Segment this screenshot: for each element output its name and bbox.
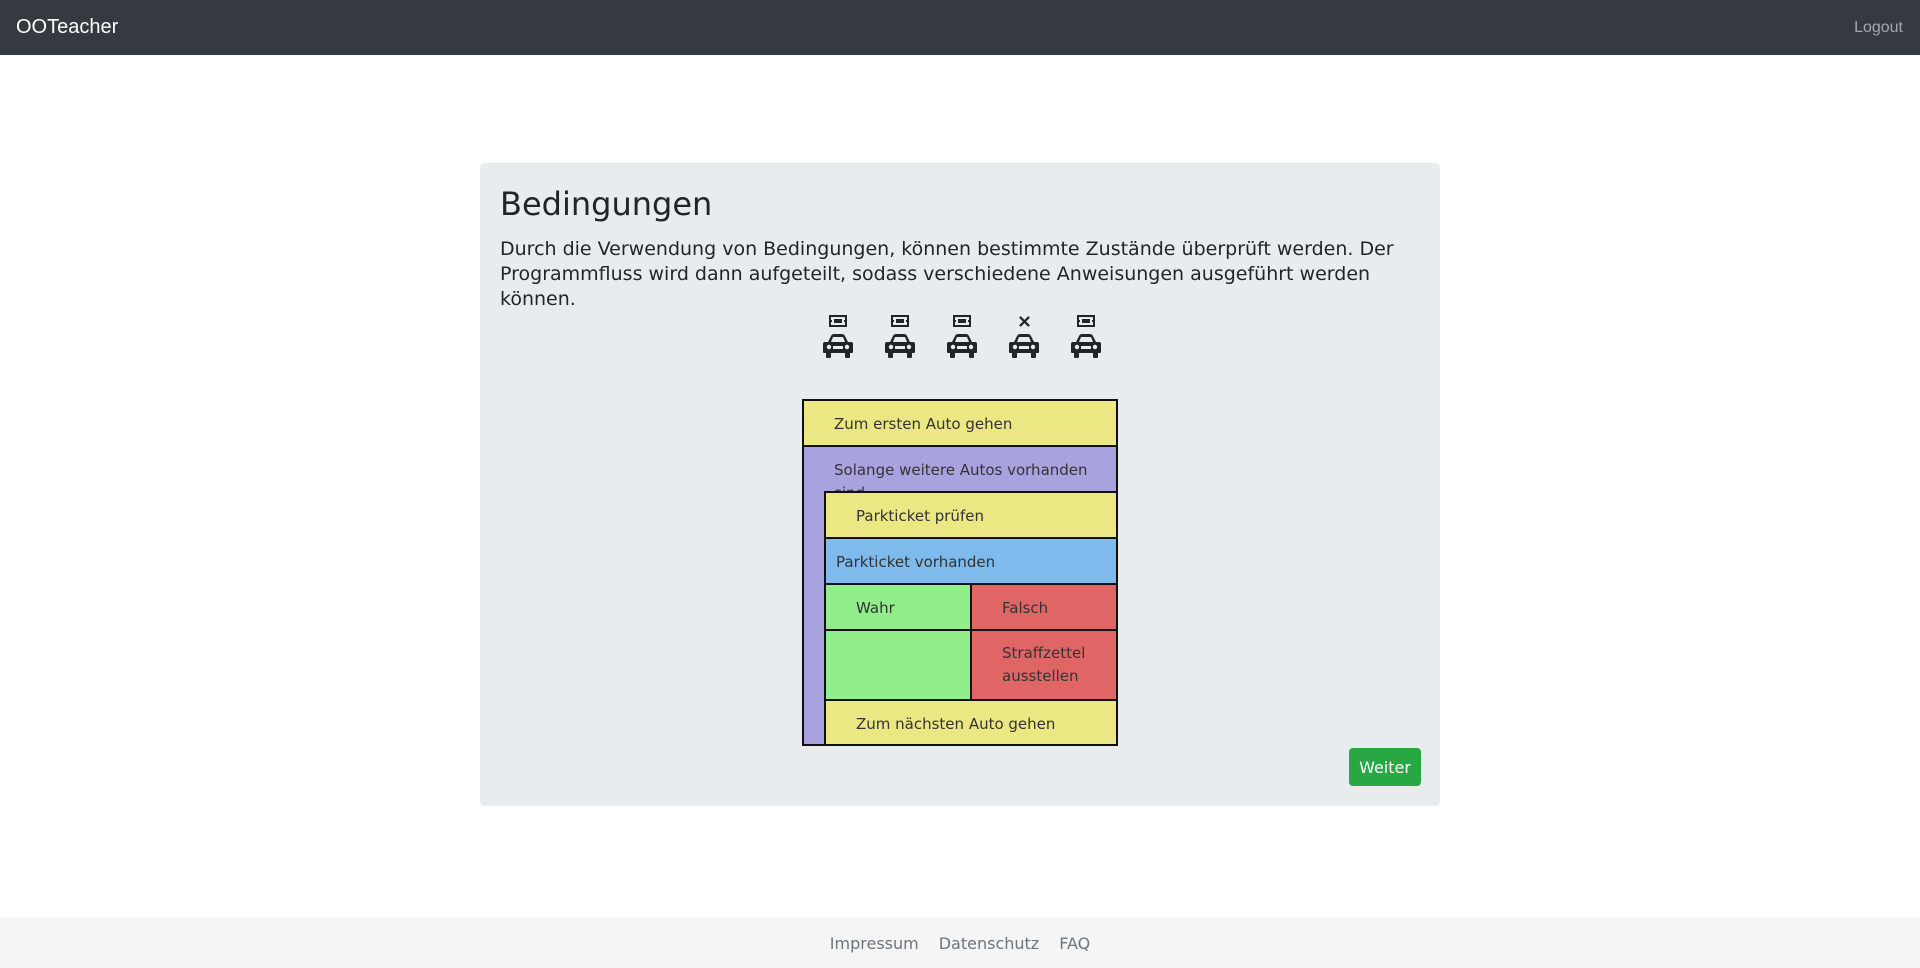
next-button[interactable]: Weiter [1349, 748, 1421, 786]
car-icon [946, 333, 978, 359]
step-next-car-label: Zum nächsten Auto gehen [856, 715, 1056, 733]
false-branch-action: Straffzettel ausstellen [970, 629, 1118, 701]
car-icon [822, 333, 854, 359]
condition-header: Parkticket vorhanden [824, 537, 1118, 585]
footer: Impressum Datenschutz FAQ [0, 918, 1920, 968]
car-slot-3 [939, 313, 985, 363]
ticket-icon [1077, 315, 1095, 327]
lesson-description: Durch die Verwendung von Bedingungen, kö… [500, 238, 1394, 310]
true-branch-body [824, 629, 972, 701]
car-slot-1 [815, 313, 861, 363]
car-icon [1070, 333, 1102, 359]
true-branch-header: Wahr [824, 583, 972, 631]
step-check-ticket-label: Parkticket prüfen [856, 507, 984, 525]
faq-link[interactable]: FAQ [1059, 934, 1090, 953]
car-slot-4 [1001, 313, 1047, 363]
false-label: Falsch [1002, 599, 1049, 617]
top-navbar: OOTeacher Logout [0, 0, 1920, 55]
step-first-car: Zum ersten Auto gehen [802, 399, 1118, 447]
loop-header: Solange weitere Autos vorhanden sind [802, 445, 1118, 502]
true-label: Wahr [856, 599, 895, 617]
page-title: Bedingungen [500, 185, 713, 223]
false-branch-header: Falsch [970, 583, 1118, 631]
structogram: Zum ersten Auto gehen Solange weitere Au… [802, 399, 1118, 746]
car-slot-2 [877, 313, 923, 363]
car-slot-5 [1063, 313, 1109, 363]
datenschutz-link[interactable]: Datenschutz [939, 934, 1039, 953]
cross-icon [1015, 315, 1033, 327]
step-check-ticket: Parkticket prüfen [824, 491, 1118, 539]
ticket-icon [891, 315, 909, 327]
step-next-car: Zum nächsten Auto gehen [824, 699, 1118, 746]
false-action-label: Straffzettel ausstellen [1002, 644, 1086, 685]
brand-link[interactable]: OOTeacher [16, 16, 118, 39]
condition-label: Parkticket vorhanden [836, 553, 996, 571]
step-first-car-label: Zum ersten Auto gehen [834, 415, 1013, 433]
car-row [815, 313, 1109, 363]
logout-link[interactable]: Logout [1854, 19, 1903, 37]
ticket-icon [953, 315, 971, 327]
impressum-link[interactable]: Impressum [830, 934, 919, 953]
lesson-card: Bedingungen Durch die Verwendung von Bed… [480, 163, 1440, 806]
car-icon [884, 333, 916, 359]
car-icon [1008, 333, 1040, 359]
ticket-icon [829, 315, 847, 327]
